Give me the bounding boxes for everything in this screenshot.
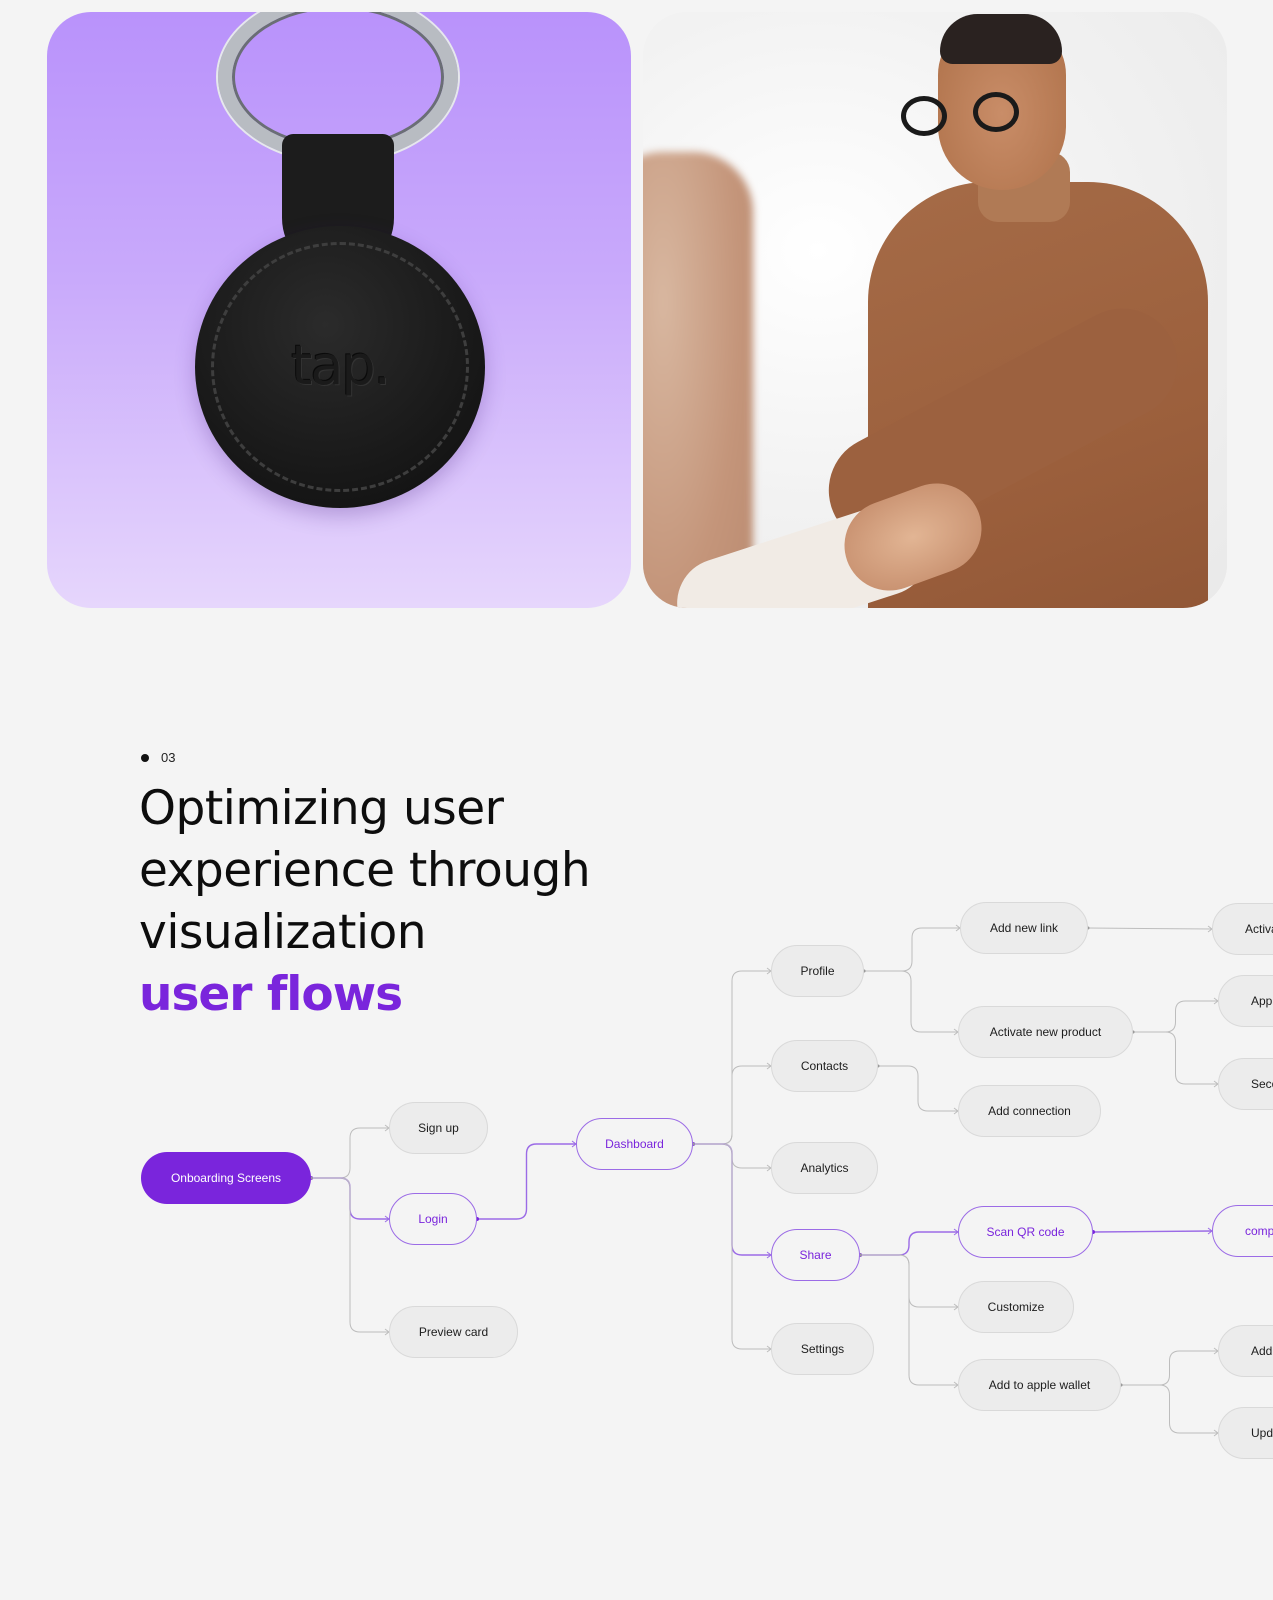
flow-node-customize[interactable]: Customize — [958, 1281, 1074, 1333]
flow-connector-share-to-scan_qr — [860, 1231, 958, 1256]
glasses-icon — [973, 92, 1019, 132]
flow-node-upda-clipped[interactable]: Upda — [1218, 1407, 1273, 1459]
flow-connector-add_apple_wallet-to-add_clipped — [1121, 1350, 1218, 1386]
flow-node-share[interactable]: Share — [771, 1229, 860, 1281]
flow-connector-onboarding-to-login — [311, 1177, 389, 1220]
section-number: 03 — [161, 750, 176, 765]
flow-connector-onboarding-to-signup — [311, 1127, 389, 1179]
flow-connector-onboarding-to-preview — [311, 1177, 389, 1333]
photo-person-left — [643, 152, 753, 608]
flow-node-compl-clipped[interactable]: compl — [1212, 1205, 1273, 1257]
flow-node-sign-up[interactable]: Sign up — [389, 1102, 488, 1154]
flow-connector-login-to-dashboard — [477, 1143, 576, 1220]
flow-node-profile[interactable]: Profile — [771, 945, 864, 997]
flow-connector-dashboard-to-share — [693, 1143, 771, 1256]
handshake-photo-card — [643, 12, 1227, 608]
flow-node-add-clipped[interactable]: Add y — [1218, 1325, 1273, 1377]
flow-node-login[interactable]: Login — [389, 1193, 477, 1245]
section-headline: Optimizing user experience through visua… — [139, 778, 659, 1026]
flow-connector-contacts-to-add_connection — [878, 1065, 958, 1112]
flow-node-add-to-apple-wallet[interactable]: Add to apple wallet — [958, 1359, 1121, 1411]
bullet-dot-icon — [141, 753, 149, 762]
flow-node-activa-clipped[interactable]: Activa — [1212, 903, 1273, 955]
leather-tag-image: tap. — [195, 226, 485, 508]
headline-accent: user flows — [139, 967, 403, 1022]
flow-connector-add_new_link-to-activa_clipped — [1087, 927, 1213, 930]
flow-connector-share-to-add_apple_wallet — [860, 1254, 958, 1386]
flow-node-appli-clipped[interactable]: Appli — [1218, 975, 1273, 1027]
section-index: 03 — [141, 750, 175, 765]
flow-connector-add_apple_wallet-to-upda_clipped — [1121, 1384, 1218, 1434]
flow-connector-share-to-customize — [860, 1254, 958, 1308]
flow-connector-dashboard-to-profile — [693, 970, 771, 1145]
tap-logo: tap. — [291, 334, 391, 397]
flow-node-contacts[interactable]: Contacts — [771, 1040, 878, 1092]
flow-node-scan-qr-code[interactable]: Scan QR code — [958, 1206, 1093, 1258]
flow-connector-dashboard-to-contacts — [693, 1065, 771, 1145]
flow-node-settings[interactable]: Settings — [771, 1323, 874, 1375]
flow-node-add-connection[interactable]: Add connection — [958, 1085, 1101, 1137]
headline-line-2: experience through — [139, 843, 591, 898]
flow-node-activate-new-product[interactable]: Activate new product — [958, 1006, 1133, 1058]
flow-node-analytics[interactable]: Analytics — [771, 1142, 878, 1194]
headline-line-3: visualization — [139, 905, 427, 960]
flow-connector-dashboard-to-settings — [693, 1143, 771, 1350]
flow-connector-activate_new_product-to-appli_clipped — [1133, 1000, 1218, 1033]
flow-node-seco-clipped[interactable]: Seco — [1218, 1058, 1273, 1110]
flow-connector-profile-to-activate_new_product — [864, 970, 958, 1033]
glasses-icon — [901, 96, 947, 136]
flow-node-add-new-link[interactable]: Add new link — [960, 902, 1088, 954]
flow-node-dashboard[interactable]: Dashboard — [576, 1118, 693, 1170]
flow-connector-dashboard-to-analytics — [693, 1143, 771, 1169]
product-image-card: tap. — [47, 12, 631, 608]
flow-node-onboarding-screens[interactable]: Onboarding Screens — [141, 1152, 311, 1204]
flow-connector-scan_qr-to-compl_clipped — [1092, 1230, 1213, 1233]
photo-person-hair — [940, 14, 1062, 64]
flow-connector-activate_new_product-to-seco_clipped — [1133, 1031, 1218, 1085]
headline-line-1: Optimizing user — [139, 781, 504, 836]
flow-node-preview-card[interactable]: Preview card — [389, 1306, 518, 1358]
flow-connector-profile-to-add_new_link — [864, 927, 960, 972]
